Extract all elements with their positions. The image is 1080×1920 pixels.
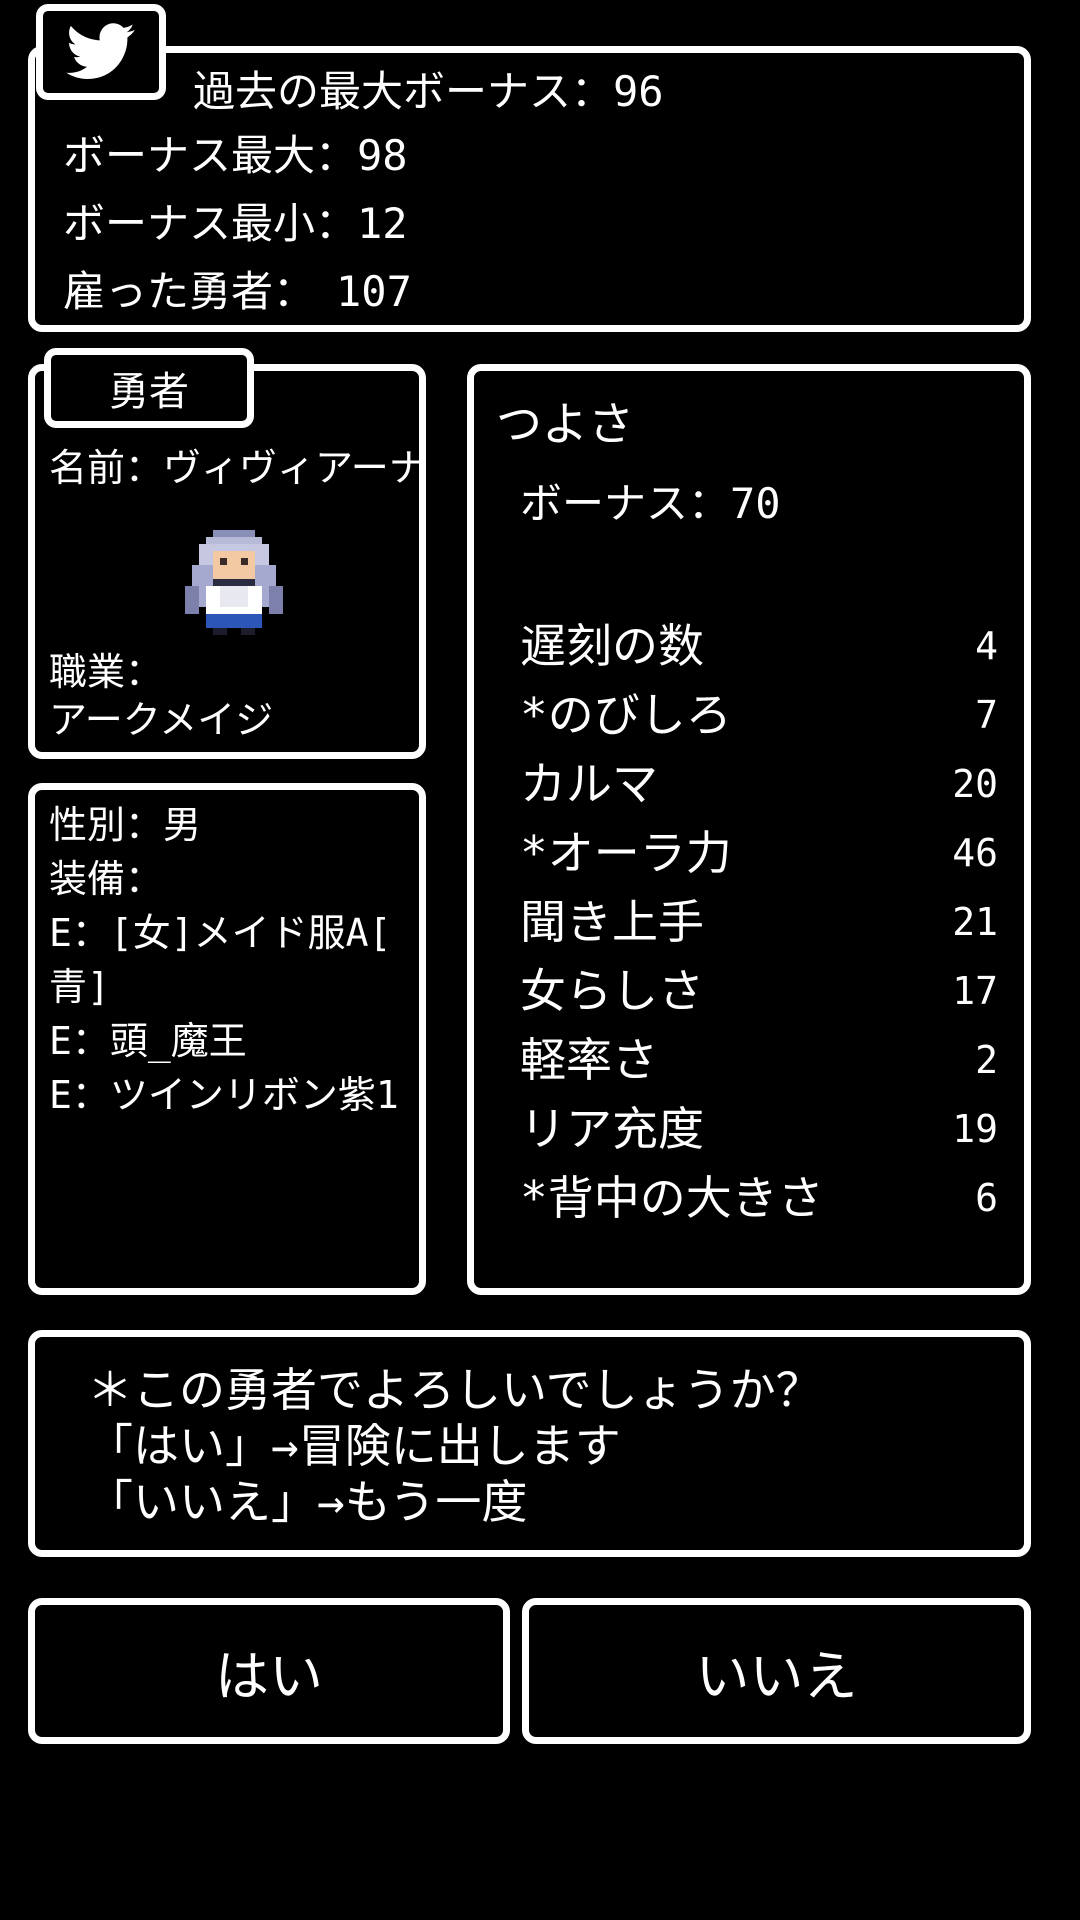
stat-name: *背中の大きさ xyxy=(520,1171,824,1225)
equip-item: E：[女]メイド服A[ xyxy=(49,911,392,955)
equip-item: 青] xyxy=(49,965,110,1009)
stat-name: リア充度 xyxy=(520,1102,704,1156)
job-value: アークメイジ xyxy=(49,698,274,742)
no-button-label: いいえ xyxy=(695,1644,858,1708)
message-panel: ＊この勇者でよろしいでしょうか？ 「はい」→冒険に出します 「いいえ」→もう一度 xyxy=(28,1330,1031,1557)
equip-item: E：頭_魔王 xyxy=(49,1019,247,1063)
stats-panel: つよさ ボーナス：70 遅刻の数 4 *のびしろ 7 カルマ 20 *オーラ力 … xyxy=(467,364,1031,1295)
stat-value: 20 xyxy=(952,762,998,806)
hero-tab: 勇者 xyxy=(44,348,254,428)
stat-name: *オーラ力 xyxy=(520,826,732,880)
stat-value: 6 xyxy=(975,1176,998,1220)
hero-sprite xyxy=(185,530,283,635)
stat-value: 21 xyxy=(952,900,998,944)
gender: 性別：男 xyxy=(49,803,202,847)
message-line: ＊この勇者でよろしいでしょうか？ xyxy=(87,1363,822,1417)
hired-heroes: 雇った勇者： 107 xyxy=(63,267,412,316)
stat-name: 遅刻の数 xyxy=(520,619,704,673)
stat-name: *のびしろ xyxy=(520,688,732,742)
equip-label: 装備： xyxy=(49,857,164,901)
bonus-max: ボーナス最大：98 xyxy=(63,131,408,180)
stat-value: 4 xyxy=(975,624,998,668)
stat-value: 17 xyxy=(952,969,998,1013)
equipment-panel: 性別：男 装備： E：[女]メイド服A[ 青] E：頭_魔王 E：ツインリボン紫… xyxy=(28,783,426,1295)
bonus-panel: 過去の最大ボーナス：96 ボーナス最大：98 ボーナス最小：12 雇った勇者： … xyxy=(28,46,1031,332)
bonus-min: ボーナス最小：12 xyxy=(63,199,408,248)
stat-value: 2 xyxy=(975,1038,998,1082)
stats-bonus: ボーナス：70 xyxy=(520,479,781,528)
yes-button-label: はい xyxy=(215,1644,323,1708)
stat-value: 19 xyxy=(952,1107,998,1151)
message-line: 「いいえ」→もう一度 xyxy=(87,1475,528,1529)
stat-name: 聞き上手 xyxy=(520,895,704,949)
hero-name: 名前：ヴィヴィアーナ xyxy=(49,446,427,490)
stat-value: 7 xyxy=(975,693,998,737)
no-button[interactable]: いいえ xyxy=(522,1598,1031,1744)
stat-name: 女らしさ xyxy=(520,964,704,1018)
twitter-share-button[interactable] xyxy=(36,4,166,100)
stat-name: カルマ xyxy=(520,757,658,811)
stat-value: 46 xyxy=(952,831,998,875)
hero-tab-label: 勇者 xyxy=(109,369,189,415)
message-line: 「はい」→冒険に出します xyxy=(87,1419,621,1473)
stat-name: 軽率さ xyxy=(520,1033,658,1087)
twitter-bird-icon xyxy=(66,23,135,79)
job-label: 職業： xyxy=(49,650,164,694)
equip-item: E：ツインリボン紫1 xyxy=(49,1073,399,1117)
stats-title: つよさ xyxy=(496,397,634,451)
past-max-bonus: 過去の最大ボーナス：96 xyxy=(193,67,664,116)
yes-button[interactable]: はい xyxy=(28,1598,510,1744)
